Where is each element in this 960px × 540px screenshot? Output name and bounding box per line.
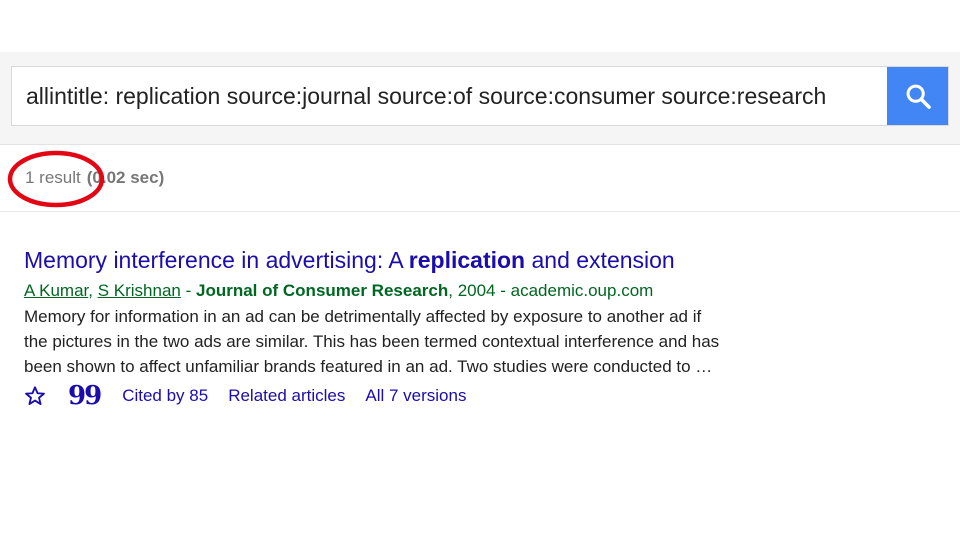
quote-icon[interactable]: 99	[68, 383, 102, 409]
snippet-line: been shown to affect unfamiliar brands f…	[24, 357, 713, 376]
title-text: Memory interference in advertising: A	[24, 247, 409, 273]
result-meta: A Kumar, S Krishnan - Journal of Consume…	[24, 278, 924, 304]
year-source: , 2004 - academic.oup.com	[448, 281, 654, 300]
search-button[interactable]	[887, 67, 948, 125]
search-input[interactable]	[12, 67, 887, 125]
search-icon	[906, 84, 931, 109]
result-count: 1 result	[25, 168, 81, 187]
meta-dash: -	[180, 281, 196, 300]
result-title-link[interactable]: Memory interference in advertising: A re…	[24, 244, 924, 276]
snippet-line: Memory for information in an ad can be d…	[24, 307, 702, 326]
search-bar	[11, 66, 949, 126]
search-time: (0.02 sec)	[86, 168, 165, 187]
result-snippet: Memory for information in an ad can be d…	[24, 304, 874, 379]
author-separator: ,	[88, 281, 98, 300]
divider	[0, 211, 960, 212]
author-link-krishnan[interactable]: S Krishnan	[98, 281, 181, 300]
snippet-line: the pictures in the two ads are similar.…	[24, 332, 720, 351]
related-articles-link[interactable]: Related articles	[228, 386, 345, 406]
journal-name: Journal of Consumer Research	[196, 281, 449, 300]
star-icon[interactable]	[24, 385, 46, 407]
author-link-kumar[interactable]: A Kumar	[24, 281, 88, 300]
title-highlight: replication	[408, 247, 526, 273]
search-result: Memory interference in advertising: A re…	[24, 244, 924, 409]
result-stats: 1 result (0.02 sec)	[25, 168, 164, 188]
cited-by-link[interactable]: Cited by 85	[122, 386, 208, 406]
all-versions-link[interactable]: All 7 versions	[365, 386, 466, 406]
title-text-end: and extension	[525, 247, 675, 273]
result-actions: 99 Cited by 85 Related articles All 7 ve…	[24, 383, 924, 409]
